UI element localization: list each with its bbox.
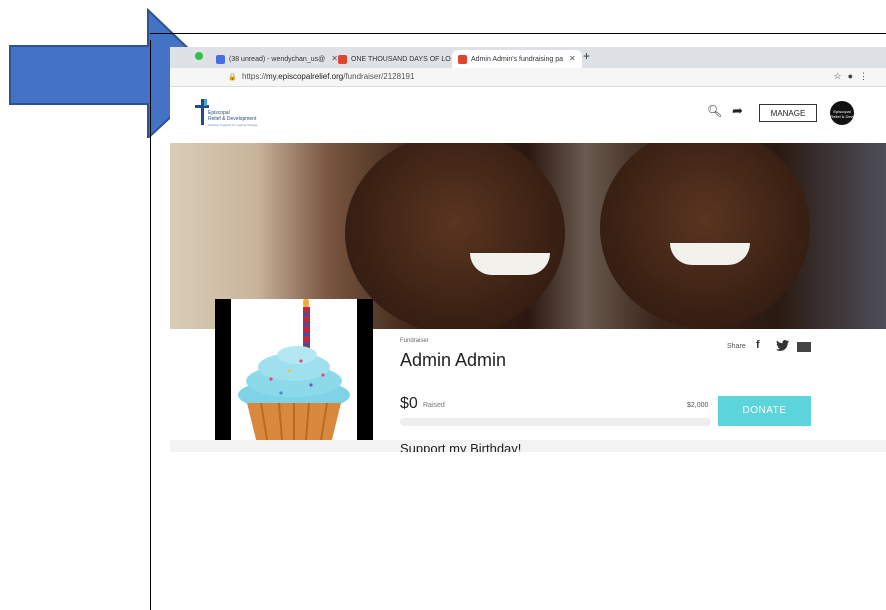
search-icon[interactable]: 🔍︎ (707, 104, 722, 118)
email-icon[interactable] (797, 342, 811, 352)
site-header: Episcopal Relief & Development Working T… (170, 87, 886, 143)
twitter-icon[interactable] (776, 340, 789, 351)
progress-bar (400, 418, 711, 426)
new-tab-button[interactable]: + (583, 49, 590, 63)
raised-label: Raised (423, 402, 445, 409)
tab-label: (38 unread) - wendychan_us@ (229, 56, 326, 63)
manage-button[interactable]: MANAGE (759, 104, 817, 122)
story-title: Support my Birthday! (400, 441, 522, 452)
child-face-right (600, 143, 810, 328)
raised-amount: $0 (400, 395, 418, 412)
story-section-background (170, 440, 886, 452)
tab-label: Admin Admin's fundraising pa (471, 56, 563, 63)
site-logo-text[interactable]: Episcopal Relief & Development Working T… (208, 110, 258, 128)
fundraiser-name: Admin Admin (400, 350, 507, 370)
fundraiser-photo (215, 299, 373, 452)
site-icon (458, 54, 467, 64)
episcopal-cross-icon[interactable] (195, 99, 209, 125)
slide-border-left (150, 40, 151, 610)
facebook-icon[interactable]: f (756, 339, 760, 351)
tab-label: ONE THOUSAND DAYS OF LO (351, 56, 451, 63)
close-icon[interactable]: ✕ (569, 54, 576, 63)
cupcake-illustration (238, 299, 350, 452)
cupcake-image (231, 299, 357, 452)
browser-window: (38 unread) - wendychan_us@ ✕ ONE THOUSAN… (170, 47, 886, 452)
slide-border-top (150, 33, 886, 34)
url-text[interactable]: https://my.episcopalrelief.org/fundraise… (242, 71, 414, 83)
bookmark-star-icon[interactable]: ☆ (833, 71, 847, 81)
smile-left (470, 253, 550, 275)
mail-icon (216, 54, 225, 64)
goal-amount: $2,000 (687, 402, 709, 409)
smile-right (670, 243, 750, 265)
share-label: Share (727, 343, 746, 350)
close-icon[interactable]: ✕ (331, 54, 338, 63)
tab-thousand-days[interactable]: ONE THOUSAND DAYS OF LO✕ (338, 50, 463, 68)
share-icon[interactable]: ➦ (732, 103, 743, 119)
address-bar[interactable]: 🔒 https://my.episcopalrelief.org/fundrai… (170, 68, 886, 87)
tab-gmail[interactable]: (38 unread) - wendychan_us@ ✕ (216, 50, 338, 68)
profile-icon[interactable]: ● (848, 71, 859, 81)
donate-button[interactable]: DONATE (718, 396, 811, 426)
tab-strip: (38 unread) - wendychan_us@ ✕ ONE THOUSAN… (170, 47, 886, 68)
lock-icon: 🔒 (228, 74, 237, 81)
site-icon (338, 54, 347, 64)
address-bar-actions: ☆●⋮ (833, 71, 874, 82)
window-zoom-button[interactable] (195, 52, 203, 60)
child-face-left (345, 143, 565, 329)
menu-dots-icon[interactable]: ⋮ (859, 71, 874, 81)
fundraiser-label: Fundraiser (400, 338, 429, 344)
avatar[interactable]: Episcopal Relief & Devt (830, 101, 854, 125)
tab-fundraising-page[interactable]: Admin Admin's fundraising pa ✕ (452, 50, 582, 68)
